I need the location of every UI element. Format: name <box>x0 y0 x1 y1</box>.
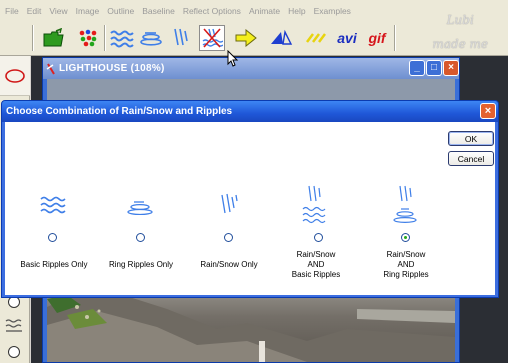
palette-button[interactable] <box>75 25 101 51</box>
dialog-title: Choose Combination of Rain/Snow and Ripp… <box>6 106 233 117</box>
watermark-line-1: Lubi <box>446 13 474 27</box>
rain-snow-label: Rain/Snow Only <box>200 260 258 269</box>
close-icon: × <box>448 62 454 73</box>
radio-selected-dot <box>404 236 407 239</box>
mouse-cursor-icon <box>227 50 239 67</box>
lightning-button[interactable] <box>304 25 330 51</box>
document-titlebar[interactable]: LIGHTHOUSE (108%) _ □ × <box>43 58 459 79</box>
triangle-icon <box>271 29 293 45</box>
rain-ripples-no-icon <box>202 28 223 48</box>
lightning-icon <box>306 33 326 43</box>
menu-baseline[interactable]: Baseline <box>138 6 179 16</box>
ring-ripples-button[interactable] <box>138 25 164 51</box>
dialog-titlebar[interactable]: Choose Combination of Rain/Snow and Ripp… <box>2 101 498 122</box>
toolbar-separator <box>32 25 34 51</box>
basic-ripples-label: Basic Ripples Only <box>20 260 88 269</box>
folder-icon <box>43 28 64 47</box>
menu-outline[interactable]: Outline <box>103 6 138 16</box>
rain-ring-ripples-radio[interactable] <box>401 233 410 242</box>
rain-icon <box>221 193 238 214</box>
menu-reflect-options[interactable]: Reflect Options <box>179 6 245 16</box>
menu-examples[interactable]: Examples <box>310 6 355 16</box>
reflect-button[interactable] <box>268 25 294 51</box>
close-icon: × <box>484 105 492 117</box>
dialog-close-button[interactable]: × <box>480 103 496 119</box>
maximize-icon: □ <box>430 62 438 73</box>
combination-dialog: Choose Combination of Rain/Snow and Ripp… <box>1 100 499 298</box>
cancel-button[interactable]: Cancel <box>448 151 494 166</box>
toolbar-separator <box>394 25 396 51</box>
menu-image[interactable]: Image <box>72 6 104 16</box>
ellipse-icon <box>5 69 25 83</box>
ring-ripples-label: Ring Ripples Only <box>109 260 174 269</box>
ring-ripples-icon <box>140 32 162 46</box>
document-icon <box>46 63 55 75</box>
watermark: Lubi made me <box>432 8 488 56</box>
document-maximize-button[interactable]: □ <box>426 60 442 76</box>
dialog-body: OK Cancel Basic Ripples Only Ring Ripple… <box>5 122 495 295</box>
color-dots-icon <box>79 29 97 47</box>
ring-ripples-icon <box>127 201 153 215</box>
basic-ripples-radio[interactable] <box>48 233 57 242</box>
left-tool-ripples-button[interactable] <box>4 314 26 336</box>
menu-view[interactable]: View <box>45 6 71 16</box>
basic-ripples-icon <box>110 30 134 48</box>
rain-basic-ripples-icon <box>302 185 326 224</box>
gif-export-button[interactable]: gif <box>363 25 391 51</box>
ok-button[interactable]: OK <box>448 131 494 146</box>
document-close-button[interactable]: × <box>443 60 459 76</box>
ellipse-tool-button[interactable] <box>0 56 30 96</box>
document-title: LIGHTHOUSE (108%) <box>59 63 165 74</box>
avi-label: avi <box>337 30 357 46</box>
rain-ripples-button[interactable] <box>199 25 225 51</box>
menu-animate[interactable]: Animate <box>245 6 284 16</box>
rain-basic-ripples-radio[interactable] <box>314 233 323 242</box>
next-arrow-button[interactable] <box>233 25 259 51</box>
ring-ripples-radio[interactable] <box>136 233 145 242</box>
rain-snow-radio[interactable] <box>224 233 233 242</box>
rain-basic-ripples-label: Rain/Snow AND Basic Ripples <box>291 250 341 279</box>
gif-label: gif <box>368 30 386 46</box>
document-minimize-button[interactable]: _ <box>409 60 425 76</box>
menu-file[interactable]: File <box>1 6 23 16</box>
minimize-icon: _ <box>414 62 420 73</box>
avi-export-button[interactable]: avi <box>333 25 361 51</box>
left-tool-small-circle-button[interactable] <box>8 346 20 358</box>
open-folder-button[interactable] <box>41 25 67 51</box>
watermark-line-2: made me <box>432 37 488 51</box>
rain-ring-ripples-icon <box>393 185 417 223</box>
menu-edit[interactable]: Edit <box>23 6 46 16</box>
ripples-icon <box>5 319 22 332</box>
basic-ripples-button[interactable] <box>109 25 135 51</box>
arrow-right-icon <box>235 29 257 47</box>
rain-snow-button[interactable] <box>167 25 193 51</box>
rain-ring-ripples-label: Rain/Snow AND Ring Ripples <box>383 250 429 279</box>
rain-icon <box>174 28 188 46</box>
basic-ripples-icon <box>40 196 66 214</box>
toolbar-separator <box>104 25 106 51</box>
menu-help[interactable]: Help <box>284 6 309 16</box>
